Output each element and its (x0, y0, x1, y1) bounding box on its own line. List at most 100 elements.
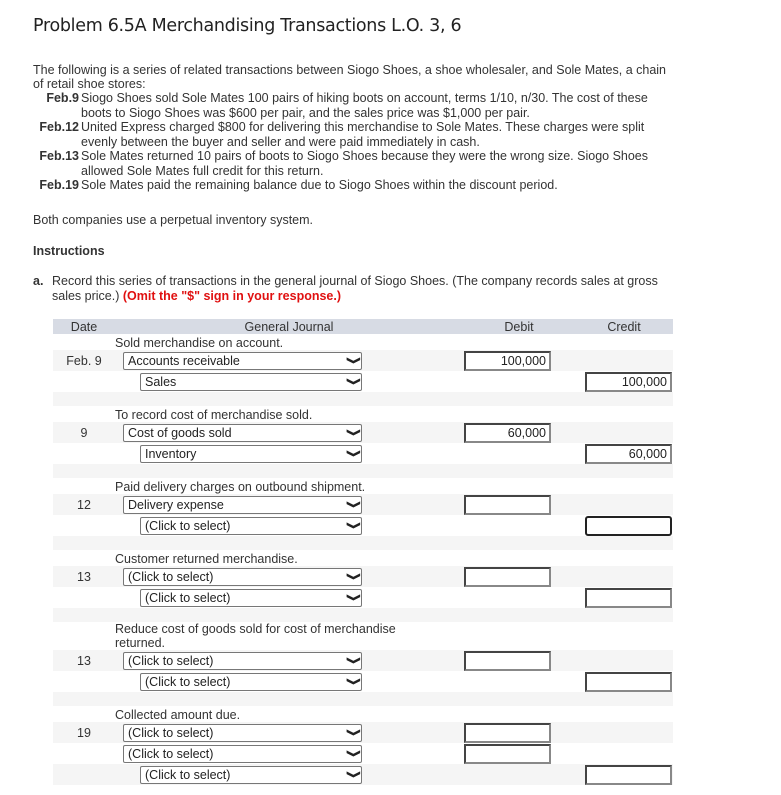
debit-input[interactable]: 100,000 (464, 350, 551, 371)
credit-input[interactable] (585, 671, 672, 692)
spacer-row (53, 692, 673, 706)
chevron-down-icon: ❯ (345, 593, 360, 602)
credit-input[interactable]: 100,000 (585, 371, 672, 392)
credit-input[interactable] (585, 515, 672, 536)
entry-date: 13 (77, 653, 91, 668)
account-select[interactable]: (Click to select) ❯ (123, 651, 362, 670)
account-select[interactable]: (Click to select) ❯ (140, 672, 362, 691)
debit-input[interactable] (464, 566, 551, 587)
account-select[interactable]: Cost of goods sold ❯ (123, 423, 362, 442)
entry-description: Sold merchandise on account. (115, 336, 284, 350)
chevron-down-icon: ❯ (345, 770, 360, 779)
credit-input[interactable] (585, 764, 672, 785)
journal-line-row: 9 Cost of goods sold ❯ 60,000 (53, 422, 673, 443)
chevron-down-icon: ❯ (345, 572, 360, 581)
chevron-down-icon: ❯ (345, 521, 360, 530)
inventory-note: Both companies use a perpetual inventory… (33, 213, 314, 227)
intro-text: The following is a series of related tra… (33, 63, 667, 91)
chevron-down-icon: ❯ (345, 677, 360, 686)
entry-description-row: Paid delivery charges on outbound shipme… (53, 478, 673, 494)
account-select[interactable]: (Click to select) ❯ (140, 516, 362, 535)
transaction-item: Feb.12 United Express charged $800 for de… (33, 120, 673, 149)
journal-line-row: (Click to select) ❯ (53, 764, 673, 785)
journal-line-row: Sales ❯ 100,000 (53, 371, 673, 392)
credit-input[interactable] (585, 587, 672, 608)
part-a-label: a. (33, 274, 44, 288)
account-select-value: (Click to select) (145, 767, 231, 782)
account-select[interactable]: Sales ❯ (140, 372, 362, 391)
account-select[interactable]: Accounts receivable ❯ (123, 351, 362, 370)
spacer-row (53, 536, 673, 550)
debit-input[interactable] (464, 743, 551, 764)
account-select-value: (Click to select) (128, 569, 214, 584)
account-select-value: Accounts receivable (128, 353, 240, 368)
chevron-down-icon: ❯ (345, 500, 360, 509)
account-select[interactable]: (Click to select) ❯ (123, 744, 362, 763)
chevron-down-icon: ❯ (345, 749, 360, 758)
entry-description-row: Collected amount due. (53, 706, 673, 722)
spacer-row (53, 608, 673, 622)
entry-description: Paid delivery charges on outbound shipme… (115, 480, 366, 494)
spacer-row (53, 464, 673, 478)
problem-description: The following is a series of related tra… (33, 63, 673, 193)
transaction-date: Feb.9 (46, 91, 79, 105)
account-select[interactable]: Delivery expense ❯ (123, 495, 362, 514)
debit-input[interactable] (464, 494, 551, 515)
header-debit: Debit (463, 319, 575, 334)
journal-line-row: (Click to select) ❯ (53, 671, 673, 692)
account-select-value: (Click to select) (128, 725, 214, 740)
journal-line-row: (Click to select) ❯ (53, 515, 673, 536)
journal-line-row: Feb. 9 Accounts receivable ❯ 100,000 (53, 350, 673, 371)
account-select-value: Inventory (145, 446, 197, 461)
entry-description-row: Reduce cost of goods sold for cost of me… (53, 622, 673, 650)
journal-line-row: (Click to select) ❯ (53, 743, 673, 764)
transaction-item: Feb.9 Siogo Shoes sold Sole Mates 100 pai… (33, 91, 673, 120)
account-select-value: (Click to select) (145, 590, 231, 605)
account-select[interactable]: (Click to select) ❯ (140, 765, 362, 784)
entry-description-row: Customer returned merchandise. (53, 550, 673, 566)
chevron-down-icon: ❯ (345, 656, 360, 665)
journal-line-row: 13 (Click to select) ❯ (53, 650, 673, 671)
journal-line-row: (Click to select) ❯ (53, 587, 673, 608)
transaction-date: Feb.13 (39, 149, 79, 163)
journal-line-row: 13 (Click to select) ❯ (53, 566, 673, 587)
entry-description-row: Sold merchandise on account. (53, 334, 673, 350)
transaction-item: Feb.19 Sole Mates paid the remaining bala… (33, 178, 673, 193)
chevron-down-icon: ❯ (345, 728, 360, 737)
account-select[interactable]: (Click to select) ❯ (123, 567, 362, 586)
debit-input[interactable] (464, 722, 551, 743)
account-select-value: (Click to select) (145, 674, 231, 689)
account-select[interactable]: (Click to select) ❯ (140, 588, 362, 607)
debit-input[interactable]: 60,000 (464, 422, 551, 443)
journal-line-row: 19 (Click to select) ❯ (53, 722, 673, 743)
debit-input[interactable] (464, 650, 551, 671)
entry-description: Reduce cost of goods sold for cost of me… (115, 622, 396, 650)
account-select-value: Cost of goods sold (128, 425, 232, 440)
chevron-down-icon: ❯ (345, 449, 360, 458)
header-general-journal: General Journal (115, 319, 463, 334)
transaction-text: Sole Mates returned 10 pairs of boots to… (81, 149, 649, 178)
entry-date: 13 (77, 569, 91, 584)
transaction-text: Sole Mates paid the remaining balance du… (81, 178, 558, 192)
entry-date: 19 (77, 725, 91, 740)
credit-input[interactable]: 60,000 (585, 443, 672, 464)
transaction-date: Feb.12 (39, 120, 79, 134)
journal-line-row: 12 Delivery expense ❯ (53, 494, 673, 515)
account-select[interactable]: (Click to select) ❯ (123, 723, 362, 742)
entry-date: Feb. 9 (66, 353, 102, 368)
transaction-text: Siogo Shoes sold Sole Mates 100 pairs of… (81, 91, 648, 120)
entry-description: Collected amount due. (115, 708, 241, 722)
account-select[interactable]: Inventory ❯ (140, 444, 362, 463)
entry-description-row: To record cost of merchandise sold. (53, 406, 673, 422)
account-select-value: (Click to select) (128, 653, 214, 668)
entry-date: 12 (77, 497, 91, 512)
chevron-down-icon: ❯ (345, 356, 360, 365)
omit-dollar-warning: (Omit the "$" sign in your response.) (122, 289, 342, 303)
transaction-item: Feb.13 Sole Mates returned 10 pairs of bo… (33, 149, 673, 178)
instructions-heading: Instructions (33, 244, 105, 258)
spacer-row (53, 392, 673, 406)
header-date: Date (53, 319, 115, 334)
account-select-value: (Click to select) (128, 746, 214, 761)
header-credit: Credit (575, 319, 673, 334)
entry-description: Customer returned merchandise. (115, 552, 298, 566)
